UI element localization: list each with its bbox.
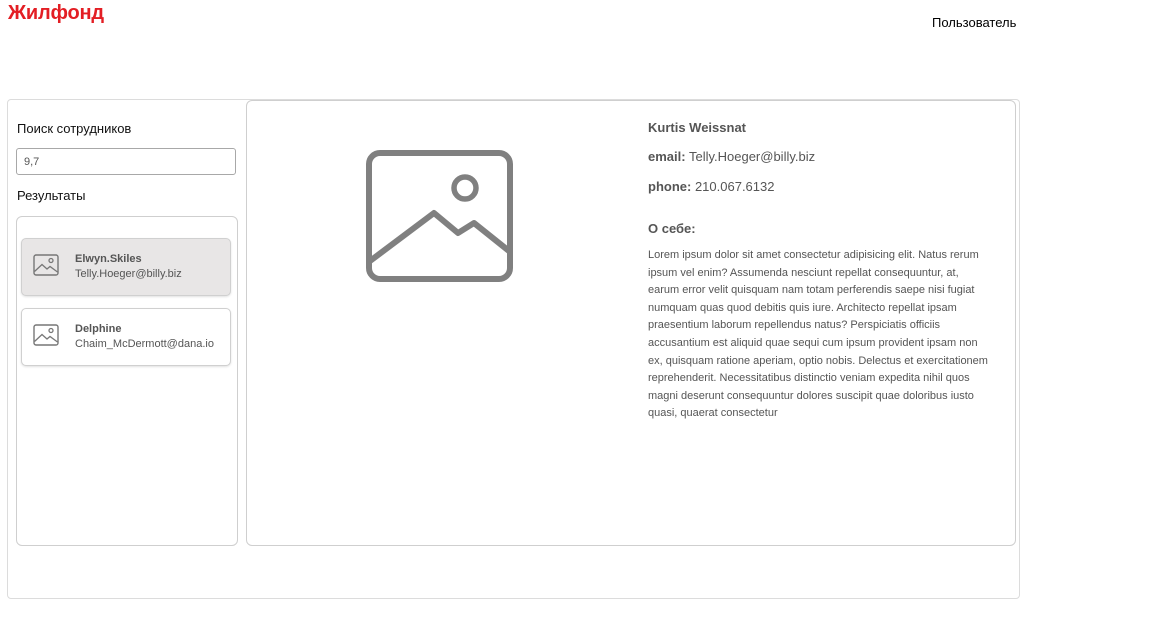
- image-placeholder-icon: [33, 254, 59, 276]
- results-title: Результаты: [17, 188, 86, 203]
- search-input[interactable]: [16, 148, 236, 175]
- result-card[interactable]: Delphine Chaim_McDermott@dana.io: [21, 308, 231, 366]
- result-name: Delphine: [75, 323, 122, 335]
- user-menu-link[interactable]: Пользователь: [932, 15, 1016, 30]
- email-label: email:: [648, 149, 686, 164]
- result-email: Telly.Hoeger@billy.biz: [75, 268, 182, 280]
- results-list: Elwyn.Skiles Telly.Hoeger@billy.biz Delp…: [16, 216, 238, 546]
- image-placeholder-icon: [33, 324, 59, 346]
- result-name: Elwyn.Skiles: [75, 253, 142, 265]
- employee-name: Kurtis Weissnat: [648, 120, 747, 135]
- result-card[interactable]: Elwyn.Skiles Telly.Hoeger@billy.biz: [21, 238, 231, 296]
- about-text: Lorem ipsum dolor sit amet consectetur a…: [648, 249, 988, 420]
- phone-row: phone: 210.067.6132: [648, 179, 774, 194]
- app-logo[interactable]: Жилфонд: [8, 2, 104, 25]
- about-title: О себе:: [648, 221, 696, 236]
- search-title: Поиск сотрудников: [17, 121, 132, 136]
- image-placeholder-icon: [366, 150, 513, 282]
- result-email: Chaim_McDermott@dana.io: [75, 338, 214, 350]
- employee-phone: 210.067.6132: [694, 179, 775, 194]
- phone-label: phone:: [648, 179, 692, 194]
- employee-email: Telly.Hoeger@billy.biz: [688, 149, 816, 164]
- email-row: email: Telly.Hoeger@billy.biz: [648, 149, 815, 164]
